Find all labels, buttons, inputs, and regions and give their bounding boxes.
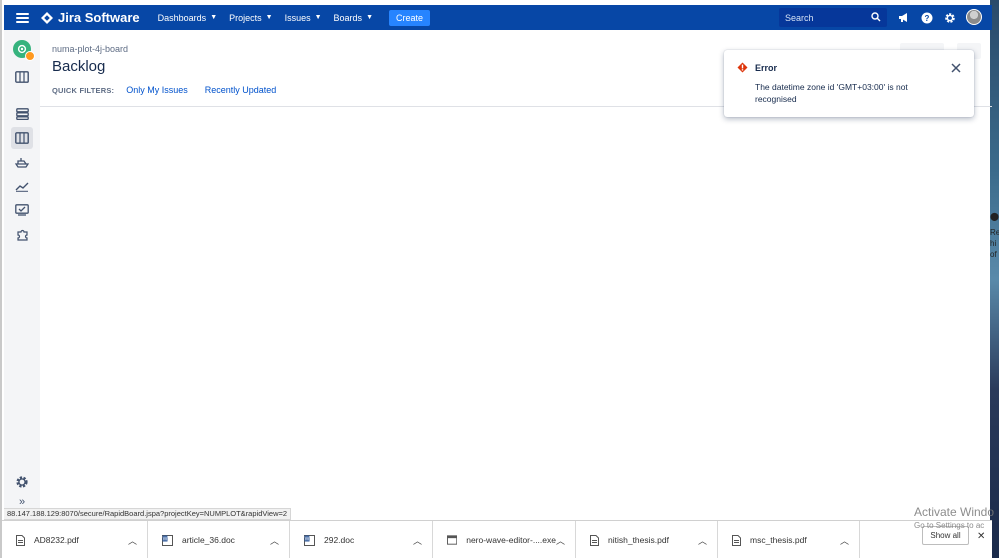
backlog-icon[interactable] xyxy=(13,105,31,123)
doc-file-icon: W xyxy=(304,534,315,546)
chevron-down-icon: ▼ xyxy=(265,14,273,21)
download-shelf: AD8232.pdf ︿ W article_36.doc ︿ W 292.do… xyxy=(2,520,992,558)
expand-sidebar-icon[interactable]: » xyxy=(13,496,31,508)
search-icon[interactable] xyxy=(871,12,881,22)
top-navigation-bar: Jira Software Dashboards ▼ Projects ▼ Issu… xyxy=(4,5,992,30)
status-bar-url: 88.147.188.129:8070/secure/RapidBoard.js… xyxy=(4,508,292,520)
chevron-up-icon[interactable]: ︿ xyxy=(413,534,422,547)
board-switcher-icon[interactable] xyxy=(13,68,31,86)
pdf-file-icon xyxy=(732,534,741,546)
error-flag: Error The datetime zone id 'GMT+03:00' i… xyxy=(724,50,974,117)
nav-label: Boards xyxy=(333,12,363,23)
browser-window: Jira Software Dashboards ▼ Projects ▼ Issu… xyxy=(0,0,992,558)
download-item[interactable]: nitish_thesis.pdf ︿ xyxy=(576,521,718,558)
pdf-file-icon xyxy=(590,534,599,546)
chevron-down-icon: ▼ xyxy=(366,14,373,21)
page-title: Backlog xyxy=(52,58,106,75)
project-sidebar: » xyxy=(4,30,40,520)
download-item[interactable]: nero-wave-editor-....exe ︿ xyxy=(433,521,576,558)
search-box xyxy=(779,8,887,27)
nav-dashboards[interactable]: Dashboards ▼ xyxy=(152,5,223,30)
exe-file-icon xyxy=(447,535,458,545)
nav-label: Dashboards xyxy=(157,12,207,23)
error-message: The datetime zone id 'GMT+03:00' is not … xyxy=(755,82,908,104)
chevron-down-icon: ▼ xyxy=(210,14,218,21)
chevron-up-icon[interactable]: ︿ xyxy=(698,534,707,547)
download-filename: article_36.doc xyxy=(182,535,235,545)
nav-label: Projects xyxy=(229,12,262,23)
nav-label: Issues xyxy=(284,12,311,23)
download-item[interactable]: W article_36.doc ︿ xyxy=(148,521,290,558)
download-filename: msc_thesis.pdf xyxy=(750,535,807,545)
settings-gear-icon[interactable] xyxy=(943,11,956,24)
pdf-file-icon xyxy=(16,534,25,546)
nav-issues[interactable]: Issues ▼ xyxy=(279,5,328,30)
active-sprints-board-icon[interactable] xyxy=(11,127,33,149)
svg-text:W: W xyxy=(163,536,168,542)
user-avatar[interactable] xyxy=(966,9,982,25)
menu-icon[interactable] xyxy=(16,12,29,23)
project-avatar[interactable] xyxy=(13,40,35,61)
close-icon[interactable] xyxy=(950,62,962,74)
svg-text:W: W xyxy=(305,536,310,542)
chevron-up-icon[interactable]: ︿ xyxy=(128,534,137,547)
create-button[interactable]: Create xyxy=(389,9,431,26)
issues-check-icon[interactable] xyxy=(13,201,31,219)
error-title: Error xyxy=(755,63,778,73)
watermark-line-2: Go to Settings to ac xyxy=(914,521,985,530)
nav-projects[interactable]: Projects ▼ xyxy=(223,5,278,30)
add-ons-puzzle-icon[interactable] xyxy=(13,225,31,243)
chevron-down-icon: ▼ xyxy=(314,14,322,21)
help-icon[interactable]: ? xyxy=(920,11,933,24)
download-item[interactable]: W 292.doc ︿ xyxy=(290,521,433,558)
product-name: Jira Software xyxy=(58,10,140,25)
primary-nav: Dashboards ▼ Projects ▼ Issues ▼ Boards ▼ xyxy=(152,5,379,30)
releases-ship-icon[interactable] xyxy=(13,153,31,171)
close-shelf-icon[interactable]: ✕ xyxy=(977,531,985,542)
desktop-wallpaper: ⬤ Re hi of xyxy=(990,0,999,558)
project-settings-gear-icon[interactable] xyxy=(13,473,31,491)
chevron-up-icon[interactable]: ︿ xyxy=(840,534,849,547)
watermark-line-1: Activate Windo xyxy=(914,505,995,519)
download-item[interactable]: AD8232.pdf ︿ xyxy=(2,521,148,558)
quick-filters-label: QUICK FILTERS: xyxy=(52,85,115,95)
download-filename: AD8232.pdf xyxy=(34,535,79,545)
project-icon xyxy=(17,44,27,54)
doc-file-icon: W xyxy=(162,534,173,546)
breadcrumb[interactable]: numa-plot-4j-board xyxy=(52,44,128,54)
jira-logo-icon xyxy=(41,11,53,24)
activate-windows-watermark: Activate Windo Go to Settings to ac xyxy=(914,505,994,530)
download-filename: nero-wave-editor-....exe xyxy=(466,535,556,545)
error-icon xyxy=(737,62,748,73)
nav-boards[interactable]: Boards ▼ xyxy=(328,5,379,30)
download-filename: nitish_thesis.pdf xyxy=(608,535,669,545)
chevron-up-icon[interactable]: ︿ xyxy=(556,534,565,547)
jira-logo[interactable]: Jira Software xyxy=(41,10,140,25)
filter-recently-updated[interactable]: Recently Updated xyxy=(205,85,277,95)
reports-chart-icon[interactable] xyxy=(13,177,31,195)
quick-filters: QUICK FILTERS: Only My Issues Recently U… xyxy=(52,85,293,95)
filter-only-my-issues[interactable]: Only My Issues xyxy=(126,85,188,95)
chevron-up-icon[interactable]: ︿ xyxy=(270,534,279,547)
search-input[interactable] xyxy=(785,12,867,23)
download-filename: 292.doc xyxy=(324,535,355,545)
svg-text:?: ? xyxy=(924,14,929,23)
megaphone-icon[interactable] xyxy=(897,11,910,24)
download-item[interactable]: msc_thesis.pdf ︿ xyxy=(718,521,860,558)
